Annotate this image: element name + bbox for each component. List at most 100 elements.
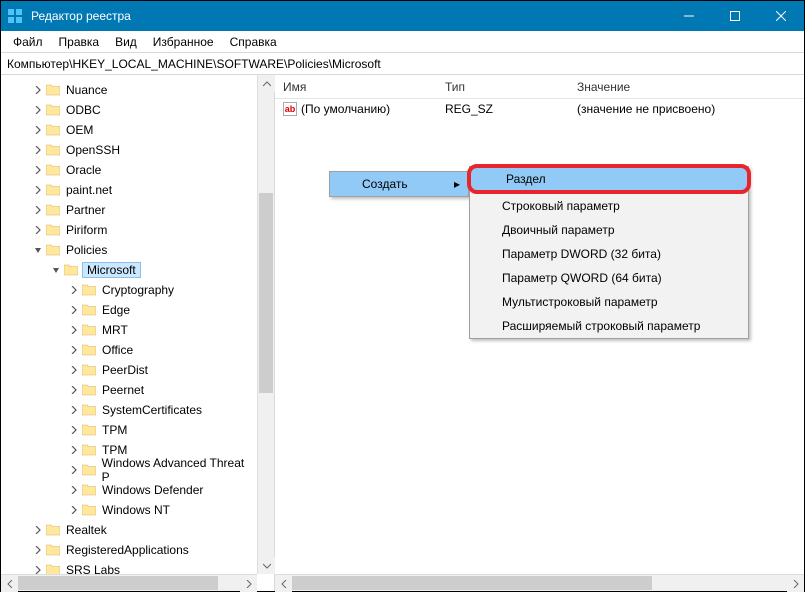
tree-item[interactable]: Policies	[1, 241, 257, 259]
scroll-thumb[interactable]	[18, 576, 218, 590]
tree-item[interactable]: Realtek	[1, 521, 257, 539]
scroll-thumb[interactable]	[259, 193, 273, 393]
col-type[interactable]: Тип	[437, 80, 569, 94]
folder-icon	[45, 143, 61, 157]
expand-icon[interactable]	[31, 243, 45, 257]
menu-file[interactable]: Файл	[5, 33, 51, 51]
expand-icon[interactable]	[67, 303, 81, 317]
folder-icon	[81, 463, 97, 477]
scroll-up-icon[interactable]	[258, 75, 275, 92]
tree-item[interactable]: ODBC	[1, 101, 257, 119]
expand-icon[interactable]	[31, 183, 45, 197]
context-menu-item[interactable]: Раздел	[467, 164, 751, 194]
tree-item[interactable]: Office	[1, 341, 257, 359]
expand-icon[interactable]	[67, 343, 81, 357]
context-menu-item[interactable]: Расширяемый строковый параметр	[470, 314, 748, 338]
tree-item[interactable]: Oracle	[1, 161, 257, 179]
context-menu-label: Параметр DWORD (32 бита)	[502, 247, 661, 261]
tree-item[interactable]: PeerDist	[1, 361, 257, 379]
context-menu-item[interactable]: Строковый параметр	[470, 194, 748, 218]
expand-icon[interactable]	[49, 263, 63, 277]
tree-view[interactable]: Nuance ODBC OEM OpenSSH Oracle paint.net Partn…	[1, 75, 257, 574]
expand-icon[interactable]	[31, 103, 45, 117]
address-bar[interactable]: Компьютер\HKEY_LOCAL_MACHINE\SOFTWARE\Po…	[1, 53, 804, 75]
scroll-left-icon[interactable]	[1, 575, 18, 592]
tree-item[interactable]: Nuance	[1, 81, 257, 99]
expand-icon[interactable]	[67, 423, 81, 437]
context-submenu[interactable]: РазделСтроковый параметрДвоичный парамет…	[469, 166, 749, 339]
maximize-button[interactable]	[712, 1, 758, 31]
context-menu[interactable]: Создать ▸	[329, 171, 469, 197]
tree-item[interactable]: Peernet	[1, 381, 257, 399]
minimize-button[interactable]	[666, 1, 712, 31]
context-menu-label: Расширяемый строковый параметр	[502, 319, 700, 333]
expand-icon[interactable]	[67, 383, 81, 397]
tree-item[interactable]: OEM	[1, 121, 257, 139]
expand-icon[interactable]	[31, 83, 45, 97]
context-menu-item[interactable]: Параметр QWORD (64 бита)	[470, 266, 748, 290]
tree-item[interactable]: SRS Labs	[1, 561, 257, 574]
scroll-right-icon[interactable]	[787, 575, 804, 592]
expand-icon[interactable]	[31, 123, 45, 137]
expand-icon[interactable]	[67, 463, 81, 477]
expand-icon[interactable]	[31, 563, 45, 574]
folder-icon	[45, 203, 61, 217]
tree-item[interactable]: Piriform	[1, 221, 257, 239]
context-menu-item[interactable]: Мультистроковый параметр	[470, 290, 748, 314]
expand-icon[interactable]	[31, 543, 45, 557]
tree-item[interactable]: paint.net	[1, 181, 257, 199]
folder-icon	[63, 263, 79, 277]
tree-item[interactable]: Partner	[1, 201, 257, 219]
folder-icon	[45, 183, 61, 197]
tree-item[interactable]: Edge	[1, 301, 257, 319]
titlebar: Редактор реестра	[1, 1, 804, 31]
tree-item-label: paint.net	[64, 183, 114, 197]
expand-icon[interactable]	[67, 363, 81, 377]
menu-view[interactable]: Вид	[107, 33, 145, 51]
close-button[interactable]	[758, 1, 804, 31]
context-menu-item[interactable]: Параметр DWORD (32 бита)	[470, 242, 748, 266]
scroll-thumb[interactable]	[292, 576, 652, 590]
expand-icon[interactable]	[67, 483, 81, 497]
tree-scrollbar-vertical[interactable]	[257, 75, 274, 574]
expand-icon[interactable]	[31, 223, 45, 237]
folder-icon	[81, 363, 97, 377]
folder-icon	[81, 283, 97, 297]
tree-item[interactable]: SystemCertificates	[1, 401, 257, 419]
expand-icon[interactable]	[67, 403, 81, 417]
scroll-right-icon[interactable]	[240, 575, 257, 592]
tree-scrollbar-horizontal[interactable]	[1, 574, 257, 591]
menu-favorites[interactable]: Избранное	[145, 33, 222, 51]
tree-item[interactable]: Cryptography	[1, 281, 257, 299]
expand-icon[interactable]	[31, 163, 45, 177]
list-row[interactable]: ab(По умолчанию) REG_SZ (значение не при…	[275, 99, 804, 119]
menu-edit[interactable]: Правка	[51, 33, 108, 51]
tree-item[interactable]: Windows NT	[1, 501, 257, 519]
tree-item[interactable]: RegisteredApplications	[1, 541, 257, 559]
expand-icon[interactable]	[67, 503, 81, 517]
expand-icon[interactable]	[67, 323, 81, 337]
scroll-down-icon[interactable]	[258, 557, 275, 574]
folder-icon	[45, 543, 61, 557]
list-scrollbar-horizontal[interactable]	[275, 574, 804, 591]
expand-icon[interactable]	[67, 443, 81, 457]
scroll-left-icon[interactable]	[275, 575, 292, 592]
tree-item[interactable]: MRT	[1, 321, 257, 339]
expand-icon[interactable]	[67, 283, 81, 297]
col-value[interactable]: Значение	[569, 80, 804, 94]
menu-help[interactable]: Справка	[222, 33, 285, 51]
tree-item-label: TPM	[100, 443, 129, 457]
expand-icon[interactable]	[31, 143, 45, 157]
tree-item[interactable]: Microsoft	[1, 261, 257, 279]
tree-item-label: Office	[100, 343, 135, 357]
tree-item-label: Nuance	[64, 83, 109, 97]
context-menu-create[interactable]: Создать ▸	[330, 172, 468, 196]
tree-item[interactable]: TPM	[1, 421, 257, 439]
tree-item-label: Microsoft	[82, 262, 141, 278]
context-menu-item[interactable]: Двоичный параметр	[470, 218, 748, 242]
expand-icon[interactable]	[31, 523, 45, 537]
tree-item[interactable]: Windows Advanced Threat P	[1, 461, 257, 479]
tree-item[interactable]: OpenSSH	[1, 141, 257, 159]
expand-icon[interactable]	[31, 203, 45, 217]
col-name[interactable]: Имя	[275, 80, 437, 94]
